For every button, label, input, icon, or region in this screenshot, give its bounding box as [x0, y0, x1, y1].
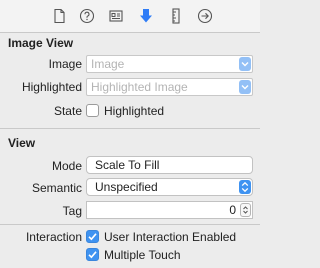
- section-title-view: View: [8, 136, 36, 150]
- semantic-label: Semantic: [31, 181, 82, 195]
- image-placeholder: Image: [91, 57, 125, 71]
- inspector-tab-bar: [0, 0, 260, 33]
- image-combo[interactable]: Image: [86, 55, 253, 73]
- tag-label: Tag: [62, 204, 82, 218]
- semantic-popup-button[interactable]: [239, 180, 251, 194]
- image-label: Image: [48, 57, 82, 71]
- user-interaction-label: User Interaction Enabled: [104, 230, 237, 244]
- mode-value: Scale To Fill: [95, 158, 160, 172]
- chevron-down-icon: [241, 62, 249, 67]
- highlighted-image-combo[interactable]: Highlighted Image: [86, 78, 253, 96]
- highlighted-image-placeholder: Highlighted Image: [91, 80, 188, 94]
- highlighted-checkbox-label: Highlighted: [104, 104, 165, 118]
- section-divider: [0, 128, 260, 129]
- multiple-touch-checkbox[interactable]: [86, 248, 99, 261]
- highlighted-label: Highlighted: [21, 80, 82, 94]
- user-interaction-checkbox[interactable]: [86, 230, 99, 243]
- mode-label: Mode: [51, 159, 82, 173]
- tag-stepper[interactable]: [240, 203, 251, 217]
- section-title-image-view: Image View: [8, 36, 74, 50]
- checkmark-icon: [88, 233, 97, 241]
- tag-field[interactable]: 0: [86, 201, 253, 219]
- image-dropdown-button[interactable]: [239, 57, 251, 71]
- help-icon[interactable]: [78, 7, 96, 25]
- interaction-label: Interaction: [25, 230, 82, 244]
- up-down-chevron-icon: [241, 181, 249, 193]
- semantic-value: Unspecified: [95, 180, 158, 194]
- section-divider: [0, 224, 260, 225]
- highlighted-image-dropdown-button[interactable]: [239, 80, 251, 94]
- semantic-popup[interactable]: Unspecified: [86, 178, 253, 196]
- connections-icon[interactable]: [196, 7, 214, 25]
- stepper-arrows-icon: [243, 206, 248, 214]
- multiple-touch-label: Multiple Touch: [104, 248, 181, 262]
- highlighted-checkbox[interactable]: [86, 104, 99, 117]
- tag-value: 0: [229, 203, 236, 217]
- identity-icon[interactable]: [107, 7, 125, 25]
- file-icon[interactable]: [50, 7, 68, 25]
- state-label: State: [53, 104, 82, 118]
- ruler-icon[interactable]: [167, 7, 185, 25]
- mode-popup[interactable]: Scale To Fill: [86, 156, 253, 174]
- attributes-icon[interactable]: [137, 7, 155, 25]
- chevron-down-icon: [241, 85, 249, 90]
- checkmark-icon: [88, 251, 97, 259]
